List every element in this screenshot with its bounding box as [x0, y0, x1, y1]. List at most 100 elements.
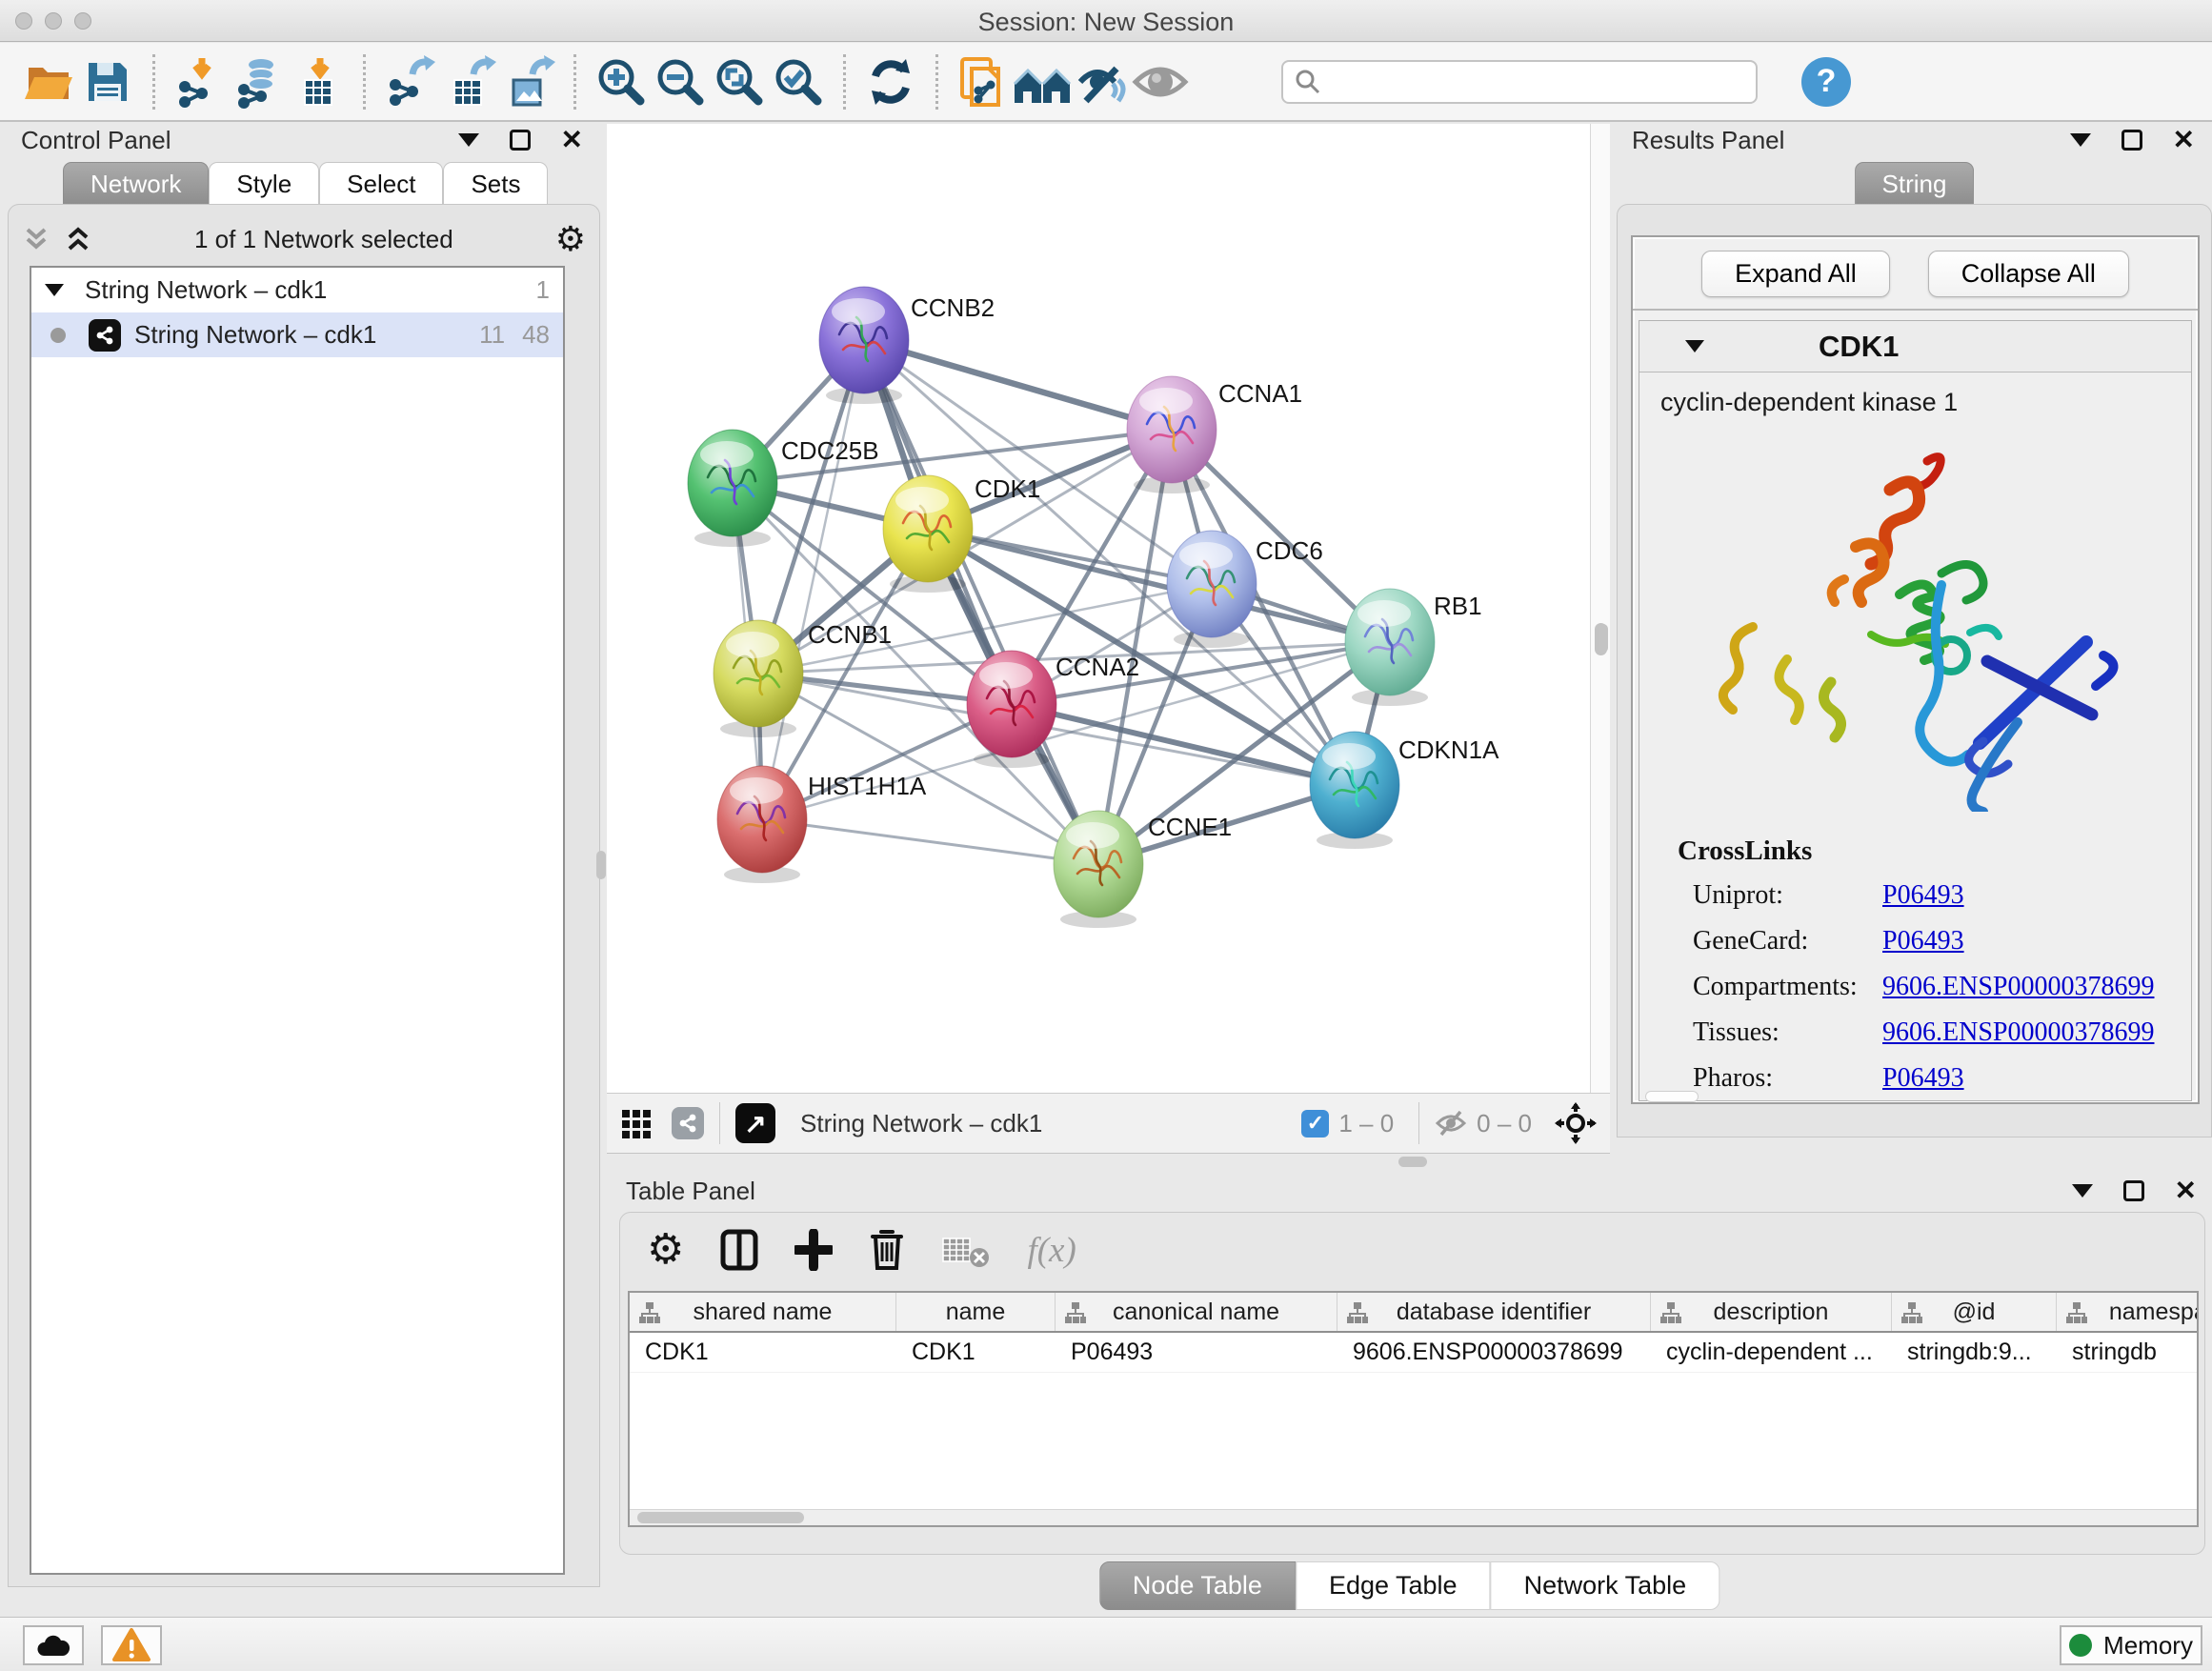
network-canvas[interactable]: CCNB2CCNA1CDC25BCDK1CDC6RB1CCNB1CCNA2CDK…: [607, 124, 1590, 1093]
network-node-CDK1[interactable]: CDK1: [883, 474, 1040, 593]
hide-graphics-details-button[interactable]: [1072, 52, 1131, 111]
open-session-button[interactable]: [19, 52, 78, 111]
column-header-namespace[interactable]: namespace: [2057, 1293, 2199, 1331]
tab-sets[interactable]: Sets: [443, 162, 548, 206]
network-node-CCNA1[interactable]: CCNA1: [1127, 376, 1302, 493]
network-node-CCNA2[interactable]: CCNA2: [967, 651, 1139, 768]
column-header-database-identifier[interactable]: database identifier: [1337, 1293, 1651, 1331]
results-horizontal-scroll-thumb[interactable]: [1645, 1091, 1699, 1102]
tab-edge-table[interactable]: Edge Table: [1296, 1561, 1491, 1610]
tab-string[interactable]: String: [1855, 162, 1975, 206]
share-document-button[interactable]: [954, 52, 1013, 111]
collection-expand-icon[interactable]: [45, 284, 64, 296]
delete-table-icon[interactable]: [941, 1231, 991, 1269]
export-image-button[interactable]: [499, 52, 558, 111]
crosslink-link[interactable]: 9606.ENSP00000378699: [1882, 972, 2154, 1002]
grid-view-icon[interactable]: [620, 1106, 654, 1140]
float-panel-icon[interactable]: [2072, 1184, 2093, 1198]
left-splitter-handle[interactable]: [596, 851, 606, 879]
automation-cloud-button[interactable]: [23, 1625, 84, 1665]
table-cell[interactable]: cyclin-dependent ...: [1651, 1333, 1892, 1372]
column-header-canonical-name[interactable]: canonical name: [1056, 1293, 1337, 1331]
network-node-CDKN1A[interactable]: CDKN1A: [1310, 732, 1499, 849]
maximize-panel-icon[interactable]: [510, 130, 531, 151]
column-header-@id[interactable]: @id: [1892, 1293, 2057, 1331]
export-network-button[interactable]: [381, 52, 440, 111]
float-panel-icon[interactable]: [458, 133, 479, 147]
table-cell[interactable]: 9606.ENSP00000378699: [1337, 1333, 1651, 1372]
close-panel-icon[interactable]: ✕: [561, 130, 583, 151]
network-edge-CCNA2-CDKN1A[interactable]: [1012, 704, 1355, 785]
birds-eye-view-button[interactable]: ↗: [735, 1103, 775, 1143]
close-panel-icon[interactable]: ✕: [2175, 1180, 2197, 1201]
maximize-panel-icon[interactable]: [2122, 130, 2142, 151]
protein-entry-header[interactable]: CDK1: [1639, 321, 2191, 372]
crosslink-link[interactable]: P06493: [1882, 880, 1964, 911]
right-splitter-handle[interactable]: [1599, 624, 1608, 653]
pan-crosshair-icon[interactable]: [1555, 1102, 1597, 1144]
crosslink-link[interactable]: 9606.ENSP00000378699: [1882, 1017, 2154, 1048]
show-column-icon[interactable]: [720, 1229, 758, 1271]
tab-select[interactable]: Select: [319, 162, 443, 206]
table-row[interactable]: CDK1CDK1P064939606.ENSP00000378699cyclin…: [630, 1333, 2197, 1373]
zoom-selected-button[interactable]: [769, 52, 828, 111]
network-node-HIST1H1A[interactable]: HIST1H1A: [717, 766, 927, 883]
float-panel-icon[interactable]: [2070, 133, 2091, 147]
network-node-CDC25B[interactable]: CDC25B: [688, 430, 879, 547]
column-header-name[interactable]: name: [896, 1293, 1056, 1331]
hidden-eye-icon[interactable]: [1435, 1109, 1467, 1137]
table-cell[interactable]: CDK1: [896, 1333, 1056, 1372]
collapse-all-button[interactable]: Collapse All: [1928, 251, 2129, 297]
function-builder-icon[interactable]: f(x): [1027, 1230, 1076, 1271]
network-node-CCNB2[interactable]: CCNB2: [819, 287, 995, 404]
expand-all-button[interactable]: Expand All: [1701, 251, 1890, 297]
table-cell[interactable]: P06493: [1056, 1333, 1337, 1372]
expand-all-tree-icon[interactable]: [64, 225, 92, 253]
zoom-in-button[interactable]: [592, 52, 651, 111]
horizontal-splitter-handle[interactable]: [1398, 1157, 1427, 1167]
import-network-file-button[interactable]: [171, 52, 230, 111]
tab-style[interactable]: Style: [209, 162, 319, 206]
network-collection-row[interactable]: String Network – cdk1 1: [31, 268, 563, 312]
network-view-icon[interactable]: [672, 1107, 704, 1139]
network-row-selected[interactable]: String Network – cdk1 11 48: [31, 312, 563, 357]
table-options-gear-icon[interactable]: ⚙: [647, 1229, 684, 1271]
warnings-button[interactable]: [101, 1625, 162, 1665]
network-options-gear-icon[interactable]: ⚙: [555, 222, 586, 256]
scrollbar-thumb[interactable]: [637, 1512, 804, 1523]
table-cell[interactable]: stringdb:9...: [1892, 1333, 2057, 1372]
table-cell[interactable]: CDK1: [630, 1333, 896, 1372]
show-graphics-details-button[interactable]: [1131, 52, 1190, 111]
import-table-file-button[interactable]: [289, 52, 348, 111]
tab-network[interactable]: Network: [63, 162, 209, 206]
network-vertical-scrollbar[interactable]: [1590, 124, 1610, 1093]
help-button[interactable]: ?: [1801, 57, 1851, 107]
close-panel-icon[interactable]: ✕: [2173, 130, 2195, 151]
zoom-fit-button[interactable]: [710, 52, 769, 111]
create-column-icon[interactable]: [794, 1229, 833, 1271]
network-edge-HIST1H1A-CCNE1[interactable]: [762, 819, 1098, 864]
zoom-out-button[interactable]: [651, 52, 710, 111]
network-edge-CCNB2-CCNA1[interactable]: [864, 340, 1172, 430]
table-horizontal-scrollbar[interactable]: [630, 1509, 2197, 1525]
network-node-RB1[interactable]: RB1: [1345, 589, 1482, 706]
save-session-button[interactable]: [78, 52, 137, 111]
search-input[interactable]: [1281, 60, 1758, 104]
export-table-button[interactable]: [440, 52, 499, 111]
column-header-description[interactable]: description: [1651, 1293, 1892, 1331]
column-header-shared-name[interactable]: shared name: [630, 1293, 896, 1331]
tab-node-table[interactable]: Node Table: [1099, 1561, 1296, 1610]
maximize-panel-icon[interactable]: [2123, 1180, 2144, 1201]
selected-checkbox-icon[interactable]: ✓: [1301, 1110, 1329, 1137]
crosslink-link[interactable]: P06493: [1882, 1063, 1964, 1094]
tab-network-table[interactable]: Network Table: [1491, 1561, 1720, 1610]
crosslink-link[interactable]: P06493: [1882, 926, 1964, 956]
network-edge-CCNB2-HIST1H1A[interactable]: [762, 340, 864, 819]
entry-expand-icon[interactable]: [1685, 340, 1704, 352]
home-button[interactable]: [1013, 52, 1072, 111]
memory-button[interactable]: Memory: [2060, 1625, 2202, 1665]
refresh-button[interactable]: [861, 52, 920, 111]
delete-column-icon[interactable]: [869, 1228, 905, 1272]
import-network-database-button[interactable]: [230, 52, 289, 111]
collapse-all-tree-icon[interactable]: [22, 225, 50, 253]
